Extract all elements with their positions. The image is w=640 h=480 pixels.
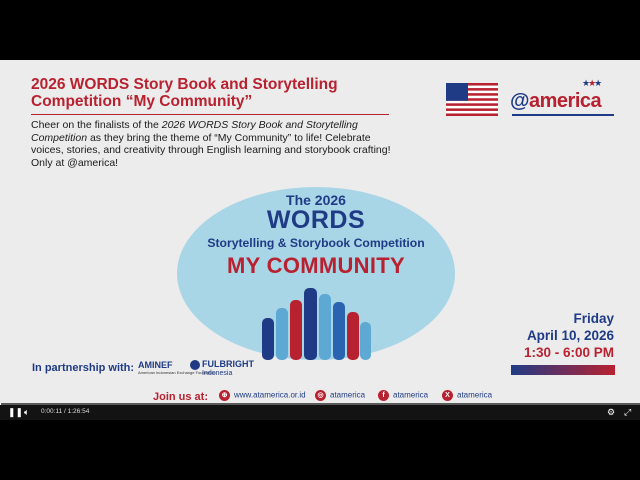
us-flag-icon: [446, 83, 498, 116]
time-display: 0:00:11 / 1:26:54: [41, 408, 90, 415]
facebook-text: atamerica: [393, 390, 429, 400]
event-date-text: April 10, 2026: [526, 328, 614, 343]
stars-icon: ★★★: [582, 78, 602, 88]
progress-bar[interactable]: [0, 403, 640, 405]
instagram-link: ◎ atamerica: [315, 390, 365, 401]
video-controls: ❚❚ 🔈︎ 0:00:11 / 1:26:54 ⚙ ⤢: [0, 403, 640, 420]
x-link: Xatamerica: [442, 390, 492, 401]
aminef-name: AMINEF: [138, 360, 173, 370]
logo-underline: [512, 114, 614, 116]
volume-icon[interactable]: 🔈︎: [24, 407, 29, 418]
badge-theme: MY COMMUNITY: [227, 253, 405, 278]
x-icon: X: [442, 390, 453, 401]
event-description: Cheer on the finalists of the 2026 WORDS…: [31, 119, 391, 169]
raised-hands-icon: [262, 288, 371, 360]
progress-fill: [0, 403, 2, 405]
title-divider: [31, 114, 389, 115]
instagram-text: atamerica: [330, 390, 366, 400]
accent-bar: [511, 365, 615, 375]
partnership-label: In partnership with:: [32, 362, 135, 374]
facebook-icon: f: [378, 390, 389, 401]
website-link: ⊕ www.atamerica.or.id: [219, 390, 306, 401]
atamerica-logo: @america: [510, 90, 602, 113]
globe-icon: ⊕: [219, 390, 230, 401]
badge-words: WORDS: [266, 206, 366, 234]
fulbright-country: Indonesia: [202, 369, 233, 377]
fulbright-globe-icon: [190, 359, 200, 370]
logo-text: america: [529, 90, 602, 112]
event-day: Friday: [573, 311, 614, 326]
fulbright-logo: FULBRIGHT Indonesia: [190, 359, 254, 377]
badge-subtitle: Storytelling & Storybook Competition: [207, 236, 425, 250]
event-title: 2026 WORDS Story Book and Storytelling C…: [31, 76, 338, 110]
video-frame: 2026 WORDS Story Book and Storytelling C…: [0, 60, 640, 404]
pause-icon[interactable]: ❚❚: [8, 407, 23, 418]
fullscreen-icon[interactable]: ⤢: [624, 407, 631, 418]
x-text: atamerica: [457, 390, 493, 400]
instagram-icon: ◎: [315, 390, 326, 401]
description-start: Cheer on the finalists of the: [31, 119, 162, 131]
facebook-link: f atamerica: [378, 390, 428, 401]
event-date: Friday April 10, 2026 1:30 - 6:00 PM: [524, 310, 614, 361]
logo-at: @: [510, 90, 530, 112]
join-label: Join us at:: [153, 391, 209, 403]
gear-icon[interactable]: ⚙: [607, 407, 615, 418]
fulbright-name: FULBRIGHT: [202, 359, 254, 369]
event-time: 1:30 - 6:00 PM: [523, 345, 614, 360]
website-text: www.atamerica.or.id: [234, 390, 306, 400]
